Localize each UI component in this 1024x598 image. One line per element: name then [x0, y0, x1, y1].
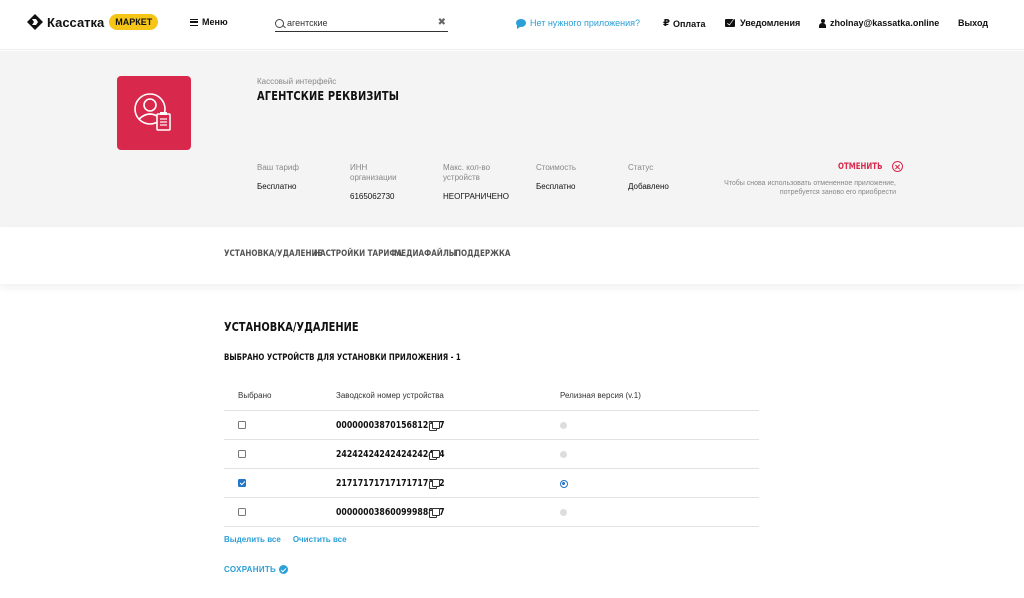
copy-icon[interactable]: [429, 421, 440, 431]
copy-icon[interactable]: [429, 450, 440, 460]
close-circle-icon: [891, 161, 903, 172]
tab-support[interactable]: ПОДДЕРЖКА: [455, 249, 510, 259]
info-label: Статус: [628, 163, 654, 172]
logout-label: Выход: [958, 18, 989, 28]
cancel-label: ОТМЕНИТЬ: [838, 161, 883, 172]
info-label: ИНН организации: [350, 163, 397, 182]
user-icon: [819, 18, 826, 28]
device-checkbox[interactable]: [238, 479, 246, 487]
release-radio[interactable]: [560, 422, 567, 429]
copy-icon[interactable]: [429, 479, 440, 489]
column-header-release: Релизная версия (v.1): [560, 391, 641, 400]
help-link-label: Нет нужного приложения?: [530, 18, 641, 28]
app-title: АГЕНТСКИЕ РЕКВИЗИТЫ: [257, 89, 400, 103]
no-app-help-link[interactable]: Нет нужного приложения?: [516, 18, 641, 29]
device-checkbox[interactable]: [238, 508, 246, 516]
tab-media-files[interactable]: МЕДИАФАЙЛЫ: [394, 249, 456, 259]
select-all-link[interactable]: Выделить все: [224, 535, 281, 544]
info-status: Статус Добавлено: [628, 163, 708, 191]
info-value: Бесплатно: [257, 182, 297, 191]
menu-label: Меню: [202, 17, 228, 27]
info-tariff: Ваш тариф Бесплатно: [257, 163, 337, 191]
table-row: 00000003860099988877: [224, 498, 759, 527]
tab-tariff-settings[interactable]: НАСТРОЙКИ ТАРИФА: [314, 249, 402, 259]
ruble-icon: ₽: [663, 18, 670, 29]
info-value: Добавлено: [628, 182, 669, 191]
table-row: 00000003870156812277: [224, 411, 759, 440]
table-actions: Выделить все Очистить все: [224, 535, 359, 544]
notifications-label: Уведомления: [740, 18, 801, 28]
tab-install-remove[interactable]: УСТАНОВКА/УДАЛЕНИЕ: [224, 249, 322, 259]
user-email: zholnay@kassatka.online: [830, 18, 940, 28]
copy-icon[interactable]: [429, 508, 440, 518]
cancel-note: Чтобы снова использовать отмененное прил…: [724, 180, 896, 196]
table-row: 24242424242424242424: [224, 440, 759, 469]
envelope-icon: [725, 19, 735, 27]
chat-icon: [516, 19, 526, 29]
device-checkbox[interactable]: [238, 421, 246, 429]
payment-label: Оплата: [672, 18, 706, 29]
app-header: Кассовый интерфейс АГЕНТСКИЕ РЕКВИЗИТЫ В…: [0, 51, 1024, 227]
tabs-bar: УСТАНОВКА/УДАЛЕНИЕ НАСТРОЙКИ ТАРИФА МЕДИ…: [0, 227, 1024, 284]
release-radio[interactable]: [560, 451, 567, 458]
section-title: УСТАНОВКА/УДАЛЕНИЕ: [224, 320, 359, 334]
release-radio[interactable]: [559, 479, 568, 488]
clear-search-icon[interactable]: ✖: [438, 17, 446, 28]
table-row: 21717171717171717172: [224, 469, 759, 498]
tab-list: УСТАНОВКА/УДАЛЕНИЕ НАСТРОЙКИ ТАРИФА МЕДИ…: [224, 249, 511, 259]
info-inn: ИНН организации 6165062730: [350, 163, 410, 201]
brand-name: Кассатка: [47, 14, 105, 30]
save-label: СОХРАНИТЬ: [224, 565, 277, 574]
logout-link[interactable]: Выход: [958, 18, 988, 28]
info-value: НЕОГРАНИЧЕНО: [443, 192, 509, 201]
notifications-link[interactable]: Уведомления: [725, 18, 800, 28]
app-icon: [117, 76, 191, 150]
info-value: 6165062730: [350, 192, 395, 201]
column-header-selected: Выбрано: [238, 391, 272, 400]
device-checkbox[interactable]: [238, 450, 246, 458]
brand-logo-icon: [27, 14, 43, 30]
info-label: Стоимость: [536, 163, 577, 172]
info-max-devices: Макс. кол-во устройств НЕОГРАНИЧЕНО: [443, 163, 513, 201]
search-box: ✖: [275, 15, 448, 32]
info-label: Ваш тариф: [257, 163, 299, 172]
info-value: Бесплатно: [536, 182, 576, 191]
user-document-icon: [134, 93, 171, 131]
hamburger-icon: [190, 18, 198, 26]
brand-badge: МАРКЕТ: [109, 14, 159, 30]
brand-logo[interactable]: Кассатка МАРКЕТ: [27, 14, 159, 30]
info-cost: Стоимость Бесплатно: [536, 163, 616, 191]
search-input[interactable]: [287, 18, 427, 28]
search-icon: [275, 18, 284, 28]
menu-button[interactable]: Меню: [190, 17, 228, 27]
cancel-button[interactable]: ОТМЕНИТЬ: [838, 161, 903, 172]
user-account-link[interactable]: zholnay@kassatka.online: [819, 18, 939, 28]
info-label: Макс. кол-во устройств: [443, 163, 491, 182]
column-header-serial: Заводской номер устройства: [336, 391, 444, 400]
app-subtitle: Кассовый интерфейс: [257, 77, 337, 86]
save-button[interactable]: СОХРАНИТЬ: [224, 565, 289, 574]
table-header: Выбрано Заводской номер устройства Релиз…: [224, 385, 759, 411]
selected-devices-count: ВЫБРАНО УСТРОЙСТВ ДЛЯ УСТАНОВКИ ПРИЛОЖЕН…: [224, 353, 461, 363]
release-radio[interactable]: [560, 509, 567, 516]
payment-link[interactable]: ₽ Оплата: [663, 18, 706, 29]
top-bar: Кассатка МАРКЕТ Меню ✖ Нет нужного прило…: [0, 0, 1024, 50]
devices-table: Выбрано Заводской номер устройства Релиз…: [224, 385, 759, 527]
clear-all-link[interactable]: Очистить все: [293, 535, 347, 544]
check-circle-icon: [279, 565, 289, 574]
